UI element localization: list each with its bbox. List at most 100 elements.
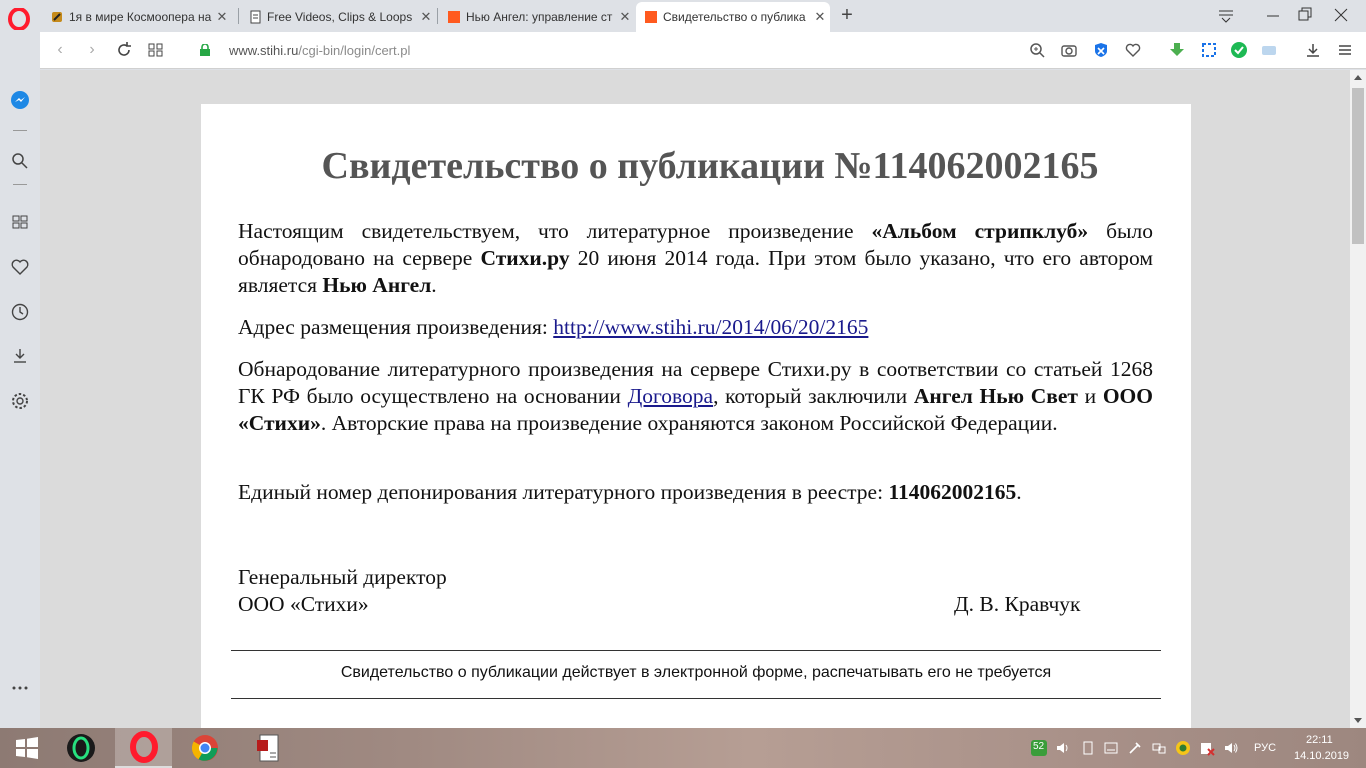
document-favicon-icon (250, 10, 261, 24)
clock-date[interactable]: 14.10.2019 (1294, 750, 1349, 762)
sidebar (0, 32, 40, 728)
text: , который заключили (713, 384, 914, 408)
input-language[interactable]: РУС (1254, 742, 1276, 754)
tab-title: Свидетельство о публика (663, 10, 806, 24)
start-button[interactable] (0, 728, 54, 768)
scroll-thumb[interactable] (1352, 88, 1364, 244)
check-ext-icon[interactable] (1230, 41, 1248, 59)
scroll-up-arrow-icon[interactable] (1354, 75, 1362, 80)
back-icon[interactable]: ‹ (50, 40, 70, 60)
chrome-icon (191, 735, 218, 761)
text: . (1016, 480, 1022, 504)
speed-dial-icon[interactable] (146, 40, 166, 60)
pencil-favicon-icon (52, 12, 62, 22)
document-app-icon (257, 734, 279, 762)
speaker-tray-icon[interactable] (1223, 740, 1239, 756)
close-tab-icon[interactable]: ✕ (615, 9, 635, 25)
registry-number: 114062002165 (888, 480, 1017, 504)
restore-icon[interactable] (1290, 4, 1320, 26)
close-tab-icon[interactable]: ✕ (416, 9, 436, 25)
more-icon[interactable] (10, 678, 30, 698)
certificate-sheet: Свидетельство о публикации №114062002165… (201, 104, 1191, 728)
bookmarks-heart-icon[interactable] (10, 257, 30, 277)
tab-certificate[interactable]: Свидетельство о публика ✕ (636, 2, 830, 32)
taskbar-opera[interactable] (115, 728, 172, 768)
opera-gx-icon (67, 734, 95, 762)
divider (231, 698, 1161, 699)
new-tab-button[interactable]: + (836, 4, 858, 26)
address-bar: ‹ › www.stihi.ru/cgi-bin/login/cert.pl (40, 32, 1366, 69)
text: . Авторские права на произведение охраня… (320, 411, 1058, 435)
vpn-ext-icon[interactable] (1260, 41, 1278, 59)
forward-icon[interactable]: › (82, 40, 102, 60)
certificate-paragraph-3: Обнародование литературного произведения… (238, 356, 1153, 437)
snapshot-ext-icon[interactable] (1200, 41, 1218, 59)
tab-new-angel[interactable]: Нью Ангел: управление ст ✕ (439, 4, 635, 30)
registry-label: Единый номер депонирования литературного… (238, 480, 889, 504)
url-field[interactable]: www.stihi.ru/cgi-bin/login/cert.pl (229, 43, 410, 58)
close-tab-icon[interactable]: ✕ (810, 9, 830, 25)
tab-free-videos[interactable]: Free Videos, Clips & Loops ✕ (240, 4, 436, 30)
zoom-icon[interactable] (1028, 41, 1046, 59)
url-path: /cgi-bin/login/cert.pl (298, 43, 411, 58)
keyboard-tray-icon[interactable] (1103, 740, 1119, 756)
reload-icon[interactable] (114, 40, 134, 60)
contract-link[interactable]: Договора (628, 384, 714, 408)
signature-name: Д. В. Кравчук (954, 592, 1081, 616)
easy-setup-icon[interactable] (1336, 41, 1354, 59)
volume-icon[interactable] (1055, 740, 1071, 756)
clock-time[interactable]: 22:11 (1306, 734, 1333, 746)
tools-tray-icon[interactable] (1127, 740, 1143, 756)
vertical-scrollbar[interactable] (1350, 70, 1366, 728)
badge-count: 52 (1033, 741, 1045, 752)
badge-tray-icon[interactable]: 52 (1031, 740, 1047, 756)
close-window-icon[interactable] (1326, 4, 1356, 26)
windows-taskbar: 52 РУС 22:11 14.10.2019 (0, 728, 1366, 768)
app-tray-icon[interactable] (1175, 740, 1191, 756)
speed-dial-icon[interactable] (10, 212, 30, 232)
text: . (431, 273, 437, 297)
camera-icon[interactable] (1060, 41, 1078, 59)
signature-position: Генеральный директор (238, 565, 447, 589)
lock-icon[interactable] (200, 44, 210, 56)
scroll-down-arrow-icon[interactable] (1354, 718, 1362, 723)
tab-separator (238, 8, 239, 24)
divider (231, 650, 1161, 651)
party-author: Ангел Нью Свет (913, 384, 1078, 408)
messenger-icon[interactable] (10, 90, 30, 110)
settings-gear-icon[interactable] (10, 391, 30, 411)
opera-menu-icon[interactable] (8, 8, 30, 30)
download-ext-icon[interactable] (1168, 41, 1186, 59)
site-name: Стихи.ру (480, 246, 570, 270)
url-host: www.stihi.ru (229, 43, 299, 58)
taskbar-opera-gx[interactable] (54, 728, 108, 768)
taskbar-chrome[interactable] (178, 728, 232, 768)
history-clock-icon[interactable] (10, 302, 30, 322)
certificate-paragraph-4: Единый номер депонирования литературного… (238, 479, 1153, 506)
stihi-favicon-icon (645, 11, 657, 23)
tab-kosmoopera[interactable]: 1я в мире Космоопера на ✕ (42, 4, 232, 30)
security-tray-icon[interactable] (1199, 740, 1215, 756)
work-url-link[interactable]: http://www.stihi.ru/2014/06/20/2165 (553, 315, 868, 339)
tab-title: 1я в мире Космоопера на (69, 10, 212, 24)
adblock-icon[interactable] (1092, 41, 1110, 59)
minimize-icon[interactable] (1258, 4, 1288, 26)
certificate-title: Свидетельство о публикации №114062002165 (321, 145, 1099, 187)
downloads-icon[interactable] (10, 346, 30, 366)
taskbar-document-app[interactable] (241, 728, 295, 768)
downloads-icon[interactable] (1304, 41, 1322, 59)
pen-tray-icon[interactable] (1080, 740, 1096, 756)
text: Настоящим свидетельствуем, что литератур… (238, 219, 872, 243)
stihi-favicon-icon (448, 11, 460, 23)
heart-bookmark-icon[interactable] (1124, 41, 1142, 59)
address-label: Адрес размещения произведения: (238, 315, 554, 339)
network-tray-icon[interactable] (1151, 740, 1167, 756)
page-viewport: Свидетельство о публикации №114062002165… (40, 70, 1350, 728)
sidebar-separator (13, 130, 27, 131)
search-icon[interactable] (10, 151, 30, 171)
text: и (1077, 384, 1103, 408)
opera-icon (129, 731, 158, 763)
tab-title: Нью Ангел: управление ст (466, 10, 613, 24)
tab-menu-icon[interactable] (1211, 4, 1241, 26)
close-tab-icon[interactable]: ✕ (212, 9, 232, 25)
